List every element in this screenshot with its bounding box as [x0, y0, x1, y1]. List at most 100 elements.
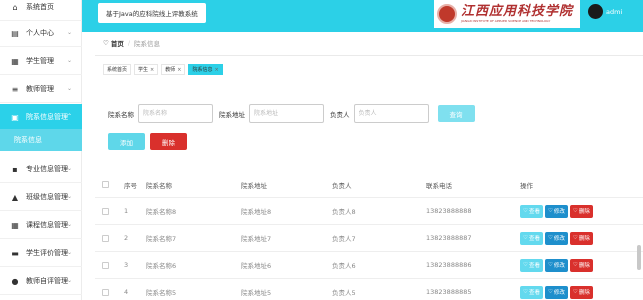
button-label: 查看: [528, 209, 540, 215]
grid-icon: ▦: [11, 56, 19, 66]
table-cell: 3: [124, 261, 129, 269]
sidebar-item-0[interactable]: ⌂ 系统首页: [0, 0, 82, 21]
heart-icon: ♡: [523, 235, 528, 241]
print-icon: ▬: [11, 248, 19, 258]
system-title: 基于Java的应科院线上评教系统: [98, 3, 206, 23]
table-row: 2 院系名称7 院系地址7 负责人7 13823888887 ♡ 查看 ♡ 修改 ♡ 删除: [95, 225, 643, 252]
close-icon[interactable]: ×: [150, 67, 154, 73]
view-button[interactable]: ♡ 查看: [520, 231, 543, 245]
edit-button[interactable]: ♡ 修改: [544, 258, 568, 272]
sidebar-subitem-department-info[interactable]: 院系信息: [0, 129, 82, 151]
table-cell: 负责人8: [332, 208, 356, 216]
chevron-down-icon: ⌄: [66, 85, 72, 92]
table-cell: 13823888888: [426, 207, 472, 215]
edit-button[interactable]: ♡ 修改: [544, 231, 568, 245]
breadcrumb-separator: /: [127, 39, 131, 47]
batch-delete-button[interactable]: 删除: [150, 133, 187, 150]
table-cell: 负责人7: [332, 235, 356, 243]
avatar[interactable]: [588, 4, 603, 19]
sidebar-item-label: 课程信息管理: [26, 221, 68, 229]
view-button[interactable]: ♡ 查看: [520, 204, 543, 218]
row-checkbox[interactable]: [102, 235, 109, 242]
tab-label: 学生: [138, 67, 149, 73]
department-name-input[interactable]: [138, 104, 213, 123]
folder-icon: ▪: [12, 164, 18, 174]
tab-0[interactable]: 系统首页: [103, 64, 132, 75]
heart-icon: ♡: [547, 208, 553, 214]
delete-button[interactable]: ♡ 删除: [569, 231, 593, 245]
table-cell: 院系名称7: [146, 235, 177, 243]
chevron-down-icon: ⌄: [66, 193, 72, 200]
table-cell: 13823888885: [426, 288, 472, 296]
close-icon[interactable]: ×: [177, 67, 181, 73]
doc-icon: ▣: [11, 112, 19, 122]
department-address-label: 院系地址: [219, 110, 245, 119]
tab-1[interactable]: 学生 ×: [134, 64, 159, 75]
table-cell: 院系地址8: [241, 208, 272, 216]
sidebar-item-7[interactable]: ▦ 课程信息管理 ⌄: [0, 212, 82, 239]
delete-button[interactable]: ♡ 删除: [569, 258, 593, 272]
sidebar-item-label: 教师自评管理: [26, 277, 68, 285]
query-button[interactable]: 查询: [437, 105, 475, 122]
select-all-checkbox[interactable]: [102, 181, 109, 188]
sidebar-item-4[interactable]: ▣ 院系信息管理 ⌃: [0, 104, 82, 131]
school-seal-icon: [437, 4, 457, 24]
sidebar-item-label: 学生评价管理: [26, 249, 68, 257]
tab-3[interactable]: 院系信息 ×: [188, 64, 223, 75]
sidebar-item-label: 教师管理: [26, 85, 54, 93]
heart-icon: ♡: [523, 208, 528, 214]
col-actions: 操作: [520, 181, 533, 190]
heart-icon: ♡: [103, 39, 109, 47]
button-label: 删除: [578, 236, 590, 242]
delete-button[interactable]: ♡ 删除: [569, 285, 593, 299]
chevron-down-icon: ⌄: [66, 221, 72, 228]
breadcrumb-home[interactable]: 首页: [111, 38, 124, 48]
scrollbar[interactable]: [637, 245, 641, 270]
table-cell: 2: [124, 234, 129, 242]
sidebar-item-6[interactable]: ▲ 班级信息管理 ⌄: [0, 184, 82, 211]
divider: [95, 55, 643, 56]
class-icon: ▲: [11, 192, 19, 202]
table-cell: 院系地址7: [241, 235, 272, 243]
department-address-input[interactable]: [249, 104, 324, 123]
col-manager: 负责人: [332, 181, 352, 190]
button-label: 修改: [553, 209, 565, 215]
delete-button[interactable]: ♡ 删除: [569, 204, 593, 218]
add-button[interactable]: 添加: [108, 133, 145, 150]
table-cell: 4: [124, 288, 129, 296]
heart-icon: ♡: [547, 235, 553, 241]
row-actions: ♡ 查看 ♡ 修改 ♡ 删除: [520, 285, 593, 299]
sidebar-subitem-label: 院系信息: [14, 136, 42, 144]
close-icon[interactable]: ×: [214, 67, 218, 73]
sidebar-item-9[interactable]: ● 教师自评管理 ⌄: [0, 268, 82, 295]
department-table: 序号 院系名称 院系地址 负责人 联系电话 操作 1 院系名称8 院系地址8 负责人8…: [95, 172, 643, 300]
row-checkbox[interactable]: [102, 289, 109, 296]
button-label: 删除: [578, 290, 590, 296]
edit-button[interactable]: ♡ 修改: [544, 204, 568, 218]
breadcrumb: ♡ 首页 / 院系信息: [103, 37, 160, 49]
button-label: 查看: [528, 290, 540, 296]
sidebar-item-2[interactable]: ▦ 学生管理 ⌄: [0, 48, 82, 75]
sidebar-item-8[interactable]: ▬ 学生评价管理 ⌄: [0, 240, 82, 267]
row-checkbox[interactable]: [102, 262, 109, 269]
view-button[interactable]: ♡ 查看: [520, 258, 543, 272]
sidebar-item-3[interactable]: ≡ 教师管理 ⌄: [0, 76, 82, 103]
sidebar-item-5[interactable]: ▪ 专业信息管理 ⌄: [0, 156, 82, 183]
search-form: 院系名称 院系地址 负责人 查询: [108, 104, 475, 123]
edit-button[interactable]: ♡ 修改: [544, 285, 568, 299]
row-checkbox[interactable]: [102, 208, 109, 215]
username[interactable]: admi: [606, 8, 622, 16]
department-name-label: 院系名称: [108, 110, 134, 119]
chevron-down-icon: ⌄: [66, 165, 72, 172]
manager-input[interactable]: [353, 104, 429, 123]
chevron-down-icon: ⌄: [66, 29, 72, 36]
table-cell: 院系名称8: [146, 208, 177, 216]
row-actions: ♡ 查看 ♡ 修改 ♡ 删除: [520, 204, 593, 218]
sidebar-item-1[interactable]: ▤ 个人中心 ⌄: [0, 20, 82, 47]
button-label: 修改: [553, 263, 565, 269]
tab-2[interactable]: 教师 ×: [161, 64, 186, 75]
heart-icon: ♡: [572, 262, 578, 268]
view-button[interactable]: ♡ 查看: [520, 285, 543, 299]
col-index: 序号: [124, 181, 137, 190]
heart-icon: ♡: [547, 262, 553, 268]
